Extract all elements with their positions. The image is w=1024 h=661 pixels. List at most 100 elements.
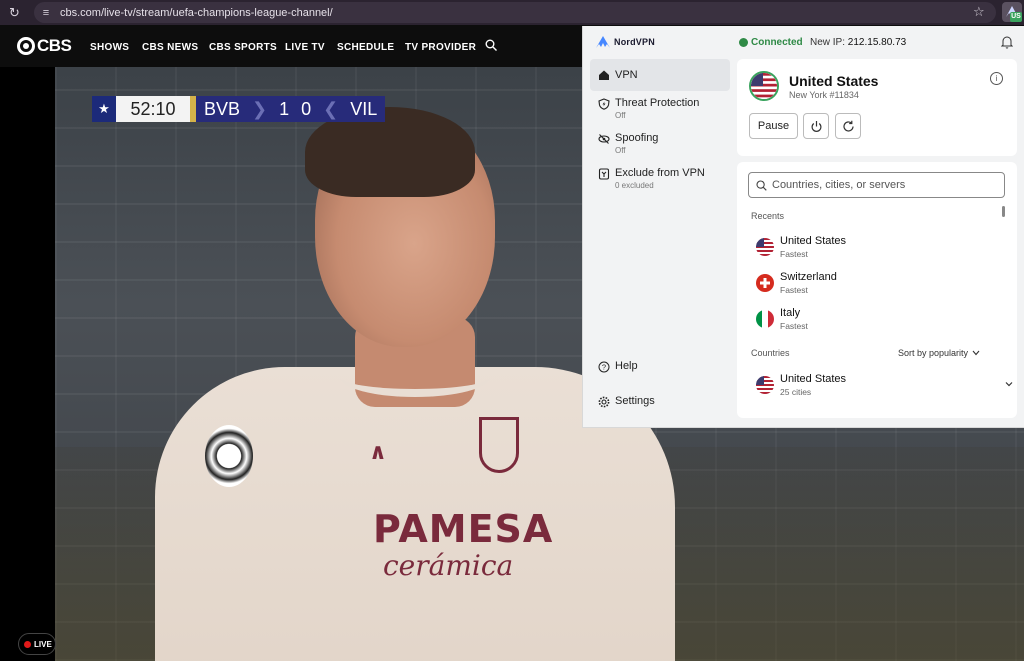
nordvpn-sidebar: VPN Threat Protection Off Spoofing Off E… [583, 59, 734, 427]
sidebar-item-threat-protection[interactable]: Threat Protection Off [590, 97, 730, 121]
nordvpn-popup: NordVPN Connected New IP: 212.15.80.73 V… [582, 26, 1024, 428]
connected-country: United States [789, 73, 879, 89]
connected-server: New York #11834 [789, 90, 859, 100]
nordvpn-brand: NordVPN [614, 37, 655, 47]
home-team: BVB [204, 98, 241, 119]
chevron-right-icon: ❯ [252, 98, 268, 119]
sidebar-item-status: Off [615, 146, 626, 155]
info-icon[interactable]: i [990, 72, 1003, 85]
settings-label: Settings [615, 395, 655, 407]
recent-item-italy[interactable]: Italy Fastest [756, 307, 996, 339]
live-dot-icon [24, 640, 31, 648]
nav-cbs-news[interactable]: CBS NEWS [142, 42, 198, 53]
away-score: 0 [301, 98, 312, 119]
chevron-left-icon: ❮ [323, 98, 339, 119]
switzerland-flag-icon [756, 274, 774, 292]
jersey-collar [340, 357, 490, 397]
sidebar-item-spoofing[interactable]: Spoofing Off [590, 132, 730, 156]
sidebar-item-vpn[interactable]: VPN [590, 59, 730, 91]
help-label: Help [615, 360, 638, 372]
cbs-logo-text: CBS [37, 36, 72, 55]
recent-item-switzerland[interactable]: Switzerland Fastest [756, 271, 996, 303]
recent-server-type: Fastest [780, 321, 808, 331]
shield-icon [598, 98, 610, 110]
server-search-input[interactable] [772, 179, 992, 191]
sort-dropdown[interactable]: Sort by popularity [898, 348, 980, 358]
gear-icon [598, 396, 610, 407]
score-teams: BVB ❯ 1 0 ❮ VIL [196, 96, 386, 122]
switzerland-flag-graphic [756, 274, 774, 292]
champions-league-logo-icon: ★ [92, 96, 116, 122]
split-tunnel-icon [598, 168, 610, 180]
server-search[interactable] [748, 172, 1005, 198]
recent-item-united-states[interactable]: United States Fastest [756, 235, 996, 267]
us-flag-graphic [756, 376, 774, 394]
nav-schedule[interactable]: SCHEDULE [337, 42, 394, 53]
site-settings-icon[interactable]: ≡ [38, 5, 54, 21]
chevron-down-icon [972, 350, 980, 356]
search-icon[interactable] [485, 39, 497, 51]
italy-flag-graphic [756, 310, 774, 328]
us-flag-icon [749, 71, 779, 101]
url-text: cbs.com/live-tv/stream/uefa-champions-le… [60, 6, 333, 19]
bell-icon[interactable] [1001, 35, 1013, 49]
cbs-logo[interactable]: CBS [17, 36, 72, 55]
nordvpn-logo: NordVPN [595, 35, 655, 49]
nav-cbs-sports[interactable]: CBS SPORTS [209, 42, 277, 53]
bookmark-star-icon[interactable]: ☆ [973, 5, 985, 19]
recent-country: Switzerland [780, 271, 837, 283]
match-clock: 52:10 [116, 96, 190, 122]
new-ip: New IP: 212.15.80.73 [810, 37, 906, 48]
recent-server-type: Fastest [780, 249, 808, 259]
current-connection-card: United States New York #11834 i Pause [737, 59, 1017, 156]
jersey-sponsor-script: cerámica [383, 549, 514, 582]
sidebar-item-label: Exclude from VPN [615, 167, 705, 179]
connected-icon [739, 38, 748, 47]
recent-country: United States [780, 235, 847, 247]
nav-shows[interactable]: SHOWS [90, 42, 129, 53]
disconnect-button[interactable] [803, 113, 829, 139]
recent-server-type: Fastest [780, 285, 808, 295]
help-icon: ? [598, 361, 610, 372]
live-label: LIVE [34, 639, 52, 649]
recents-heading: Recents [751, 211, 785, 221]
champions-league-badge-icon [205, 425, 253, 487]
nav-live-tv[interactable]: LIVE TV [285, 42, 325, 53]
us-flag-graphic [756, 238, 774, 256]
svg-text:?: ? [602, 362, 606, 371]
reconnect-button[interactable] [835, 113, 861, 139]
club-crest [479, 417, 519, 473]
pause-button[interactable]: Pause [749, 113, 798, 139]
refresh-icon [842, 120, 854, 132]
cbs-eye-icon [17, 37, 35, 55]
sidebar-item-help[interactable]: ? Help [590, 360, 730, 373]
us-flag-icon [756, 376, 774, 394]
new-ip-label: New IP: [810, 37, 846, 48]
live-badge[interactable]: LIVE [18, 633, 56, 655]
power-icon [811, 120, 821, 132]
address-bar[interactable]: ≡ cbs.com/live-tv/stream/uefa-champions-… [34, 2, 996, 23]
reload-icon[interactable]: ↻ [9, 5, 23, 20]
server-list-card: Recents United States Fastest Switzerlan… [737, 162, 1017, 418]
sidebar-item-label: VPN [615, 68, 638, 81]
nordvpn-mountain-icon [596, 36, 610, 48]
us-flag-graphic [751, 73, 777, 99]
nordvpn-header: NordVPN Connected New IP: 212.15.80.73 [583, 26, 1024, 59]
browser-toolbar: ↻ ≡ cbs.com/live-tv/stream/uefa-champion… [0, 0, 1024, 25]
sidebar-item-settings[interactable]: Settings [590, 395, 730, 408]
extension-country-badge: US [1010, 12, 1022, 22]
scoreboard: ★ 52:10 BVB ❯ 1 0 ❮ VIL [92, 96, 386, 122]
expand-chevron-icon[interactable] [1004, 379, 1014, 389]
jersey-sponsor: PAMESA [373, 507, 554, 551]
sidebar-item-exclude-from-vpn[interactable]: Exclude from VPN 0 excluded [590, 167, 730, 191]
countries-heading: Countries [751, 348, 790, 358]
sidebar-item-label: Spoofing [615, 132, 659, 144]
nav-tv-provider[interactable]: TV PROVIDER [405, 42, 476, 53]
country-item-united-states[interactable]: United States 25 cities [756, 373, 1013, 405]
italy-flag-icon [756, 310, 774, 328]
eye-off-icon [598, 134, 610, 144]
connection-status-text: Connected [751, 37, 803, 48]
kit-maker-logo: ∧ [369, 439, 387, 464]
sort-label: Sort by popularity [898, 348, 969, 358]
list-scrollbar[interactable] [1002, 206, 1005, 217]
